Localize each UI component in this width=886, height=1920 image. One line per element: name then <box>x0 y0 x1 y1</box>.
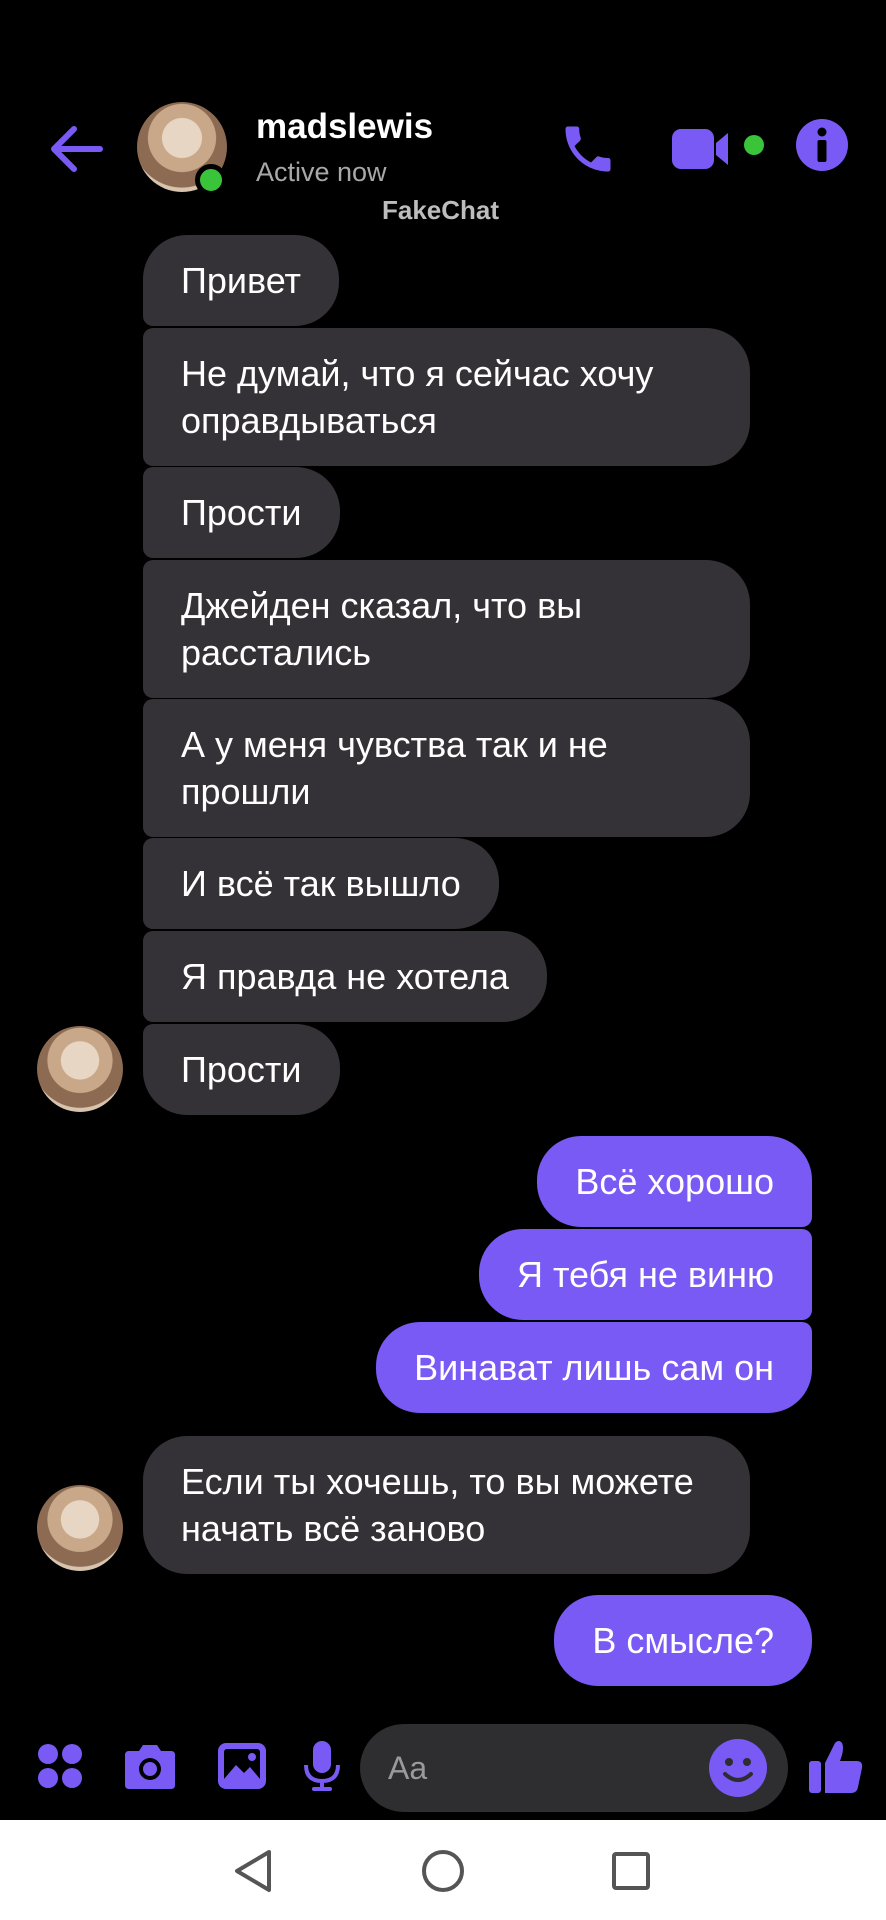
chat-header: madslewis Active now FakeChat <box>0 95 886 225</box>
four-dots-icon <box>38 1744 82 1788</box>
message-outgoing[interactable]: Винават лишь сам он <box>376 1322 812 1413</box>
message-incoming[interactable]: И всё так вышло <box>143 838 499 929</box>
info-button[interactable] <box>794 117 850 173</box>
circle-home-icon <box>422 1850 464 1892</box>
message-outgoing[interactable]: Всё хорошо <box>537 1136 812 1227</box>
message-outgoing[interactable]: Я тебя не виню <box>478 1229 812 1320</box>
contact-avatar-small[interactable] <box>37 1026 123 1112</box>
thumbs-up-icon <box>809 1741 863 1793</box>
camera-icon <box>125 1745 175 1789</box>
message-incoming[interactable]: Прости <box>143 467 340 558</box>
message-incoming[interactable]: Джейден сказал, что вы расстались <box>143 560 750 698</box>
smiley-icon <box>709 1739 767 1797</box>
nav-recents-button[interactable] <box>606 1846 656 1896</box>
message-incoming[interactable]: Я правда не хотела <box>143 931 547 1022</box>
video-active-dot <box>744 135 764 155</box>
message-incoming[interactable]: А у меня чувства так и не прошли <box>143 699 750 837</box>
voice-message-button[interactable] <box>292 1736 352 1796</box>
watermark: FakeChat <box>382 195 500 225</box>
triangle-back-icon <box>235 1850 271 1892</box>
info-icon <box>796 119 848 171</box>
square-recents-icon <box>612 1852 650 1890</box>
more-actions-button[interactable] <box>30 1736 90 1796</box>
nav-home-button[interactable] <box>418 1846 468 1896</box>
message-list[interactable]: Привет Не думай, что я сейчас хочу оправ… <box>0 230 886 1710</box>
message-incoming[interactable]: Не думай, что я сейчас хочу оправдыватьс… <box>143 328 750 466</box>
gallery-button[interactable] <box>212 1736 272 1796</box>
video-camera-icon <box>672 129 728 169</box>
phone-icon <box>565 126 611 172</box>
message-input-container[interactable] <box>360 1724 788 1812</box>
message-incoming[interactable]: Привет <box>143 235 340 326</box>
back-button[interactable] <box>44 117 108 181</box>
call-button[interactable] <box>552 113 624 185</box>
online-indicator <box>195 164 227 196</box>
like-button[interactable] <box>806 1736 866 1796</box>
image-icon <box>218 1743 266 1789</box>
nav-back-button[interactable] <box>228 1846 278 1896</box>
emoji-button[interactable] <box>708 1738 768 1798</box>
message-incoming[interactable]: Прости <box>143 1024 340 1115</box>
message-composer <box>0 1712 886 1820</box>
contact-status: Active now <box>256 157 387 187</box>
back-arrow-icon <box>51 126 103 172</box>
camera-button[interactable] <box>120 1736 180 1796</box>
video-call-button[interactable] <box>668 117 752 181</box>
message-incoming[interactable]: Если ты хочешь, то вы можете начать всё … <box>143 1436 750 1574</box>
chat-screen: madslewis Active now FakeChat Привет Не … <box>0 0 886 1920</box>
message-input[interactable] <box>388 1724 718 1812</box>
contact-name[interactable]: madslewis <box>256 107 433 147</box>
microphone-icon <box>304 1741 340 1791</box>
message-outgoing[interactable]: В смысле? <box>554 1595 812 1686</box>
contact-avatar-small[interactable] <box>37 1485 123 1571</box>
system-navigation-bar <box>0 1820 886 1920</box>
